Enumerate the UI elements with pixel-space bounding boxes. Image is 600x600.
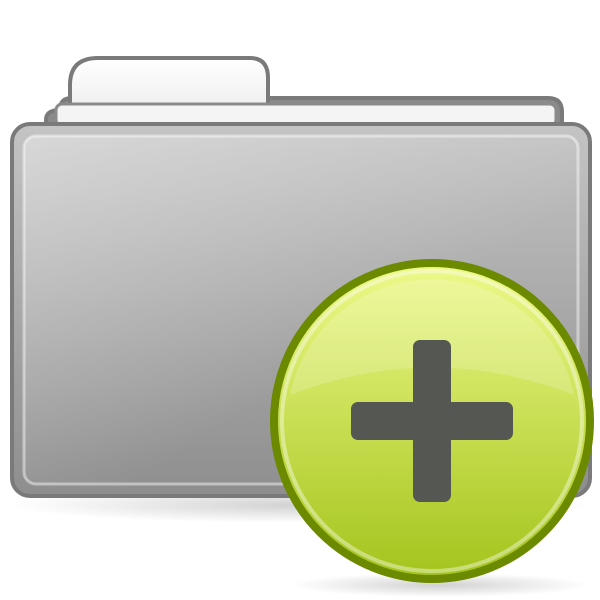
folder-new-icon: [0, 0, 600, 600]
folder-tab: [68, 56, 270, 110]
folder-new-graphic: [10, 56, 594, 597]
add-badge: [270, 259, 594, 583]
